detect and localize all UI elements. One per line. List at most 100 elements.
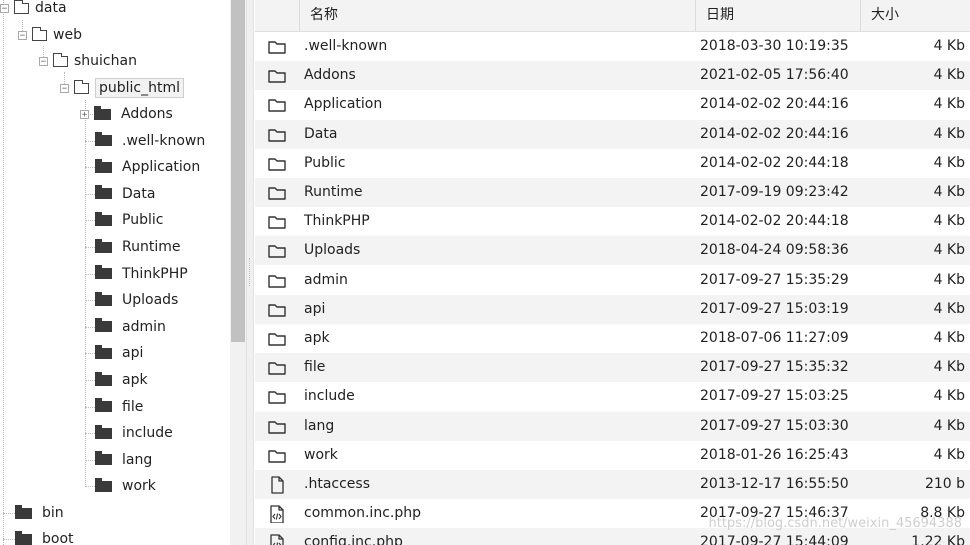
tree-node-include[interactable]: include bbox=[95, 422, 173, 444]
collapse-toggle-icon[interactable]: − bbox=[18, 30, 27, 40]
folder-icon bbox=[95, 477, 112, 492]
file-name-cell[interactable]: Application bbox=[304, 90, 382, 119]
file-name-cell[interactable]: include bbox=[304, 382, 355, 411]
tree-node-lang[interactable]: lang bbox=[95, 449, 152, 471]
table-row[interactable]: Addons 2021-02-05 17:56:40 4 Kb bbox=[255, 61, 970, 91]
collapse-toggle-icon[interactable]: − bbox=[60, 83, 69, 93]
tree-node-application[interactable]: Application bbox=[95, 156, 200, 178]
tree-node-api[interactable]: api bbox=[95, 342, 143, 364]
folder-icon bbox=[267, 301, 287, 319]
tree-node-addons[interactable]: + Addons bbox=[80, 103, 173, 125]
date-cell: 2017-09-27 15:35:32 bbox=[700, 359, 849, 376]
tree-node-label: lang bbox=[122, 451, 153, 468]
table-row[interactable]: apk 2018-07-06 11:27:09 4 Kb bbox=[255, 324, 970, 353]
tree-connector bbox=[3, 539, 15, 540]
tree-node-web[interactable]: − web bbox=[18, 24, 82, 46]
tree-node-data[interactable]: Data bbox=[95, 183, 155, 205]
tree-node-data[interactable]: − data bbox=[0, 0, 67, 19]
table-row[interactable]: admin 2017-09-27 15:35:29 4 Kb bbox=[255, 266, 970, 295]
tree-scrollbar-thumb[interactable] bbox=[231, 0, 245, 342]
file-name-cell[interactable]: admin bbox=[304, 266, 348, 295]
table-row[interactable]: Uploads 2018-04-24 09:58:36 4 Kb bbox=[255, 236, 970, 266]
tree-node-label: ThinkPHP bbox=[122, 265, 188, 282]
file-name-cell[interactable]: config.inc.php bbox=[304, 528, 403, 545]
tree-node-work[interactable]: work bbox=[95, 475, 156, 497]
table-row[interactable]: .well-known 2018-03-30 10:19:35 4 Kb bbox=[255, 32, 970, 61]
folder-icon bbox=[267, 330, 287, 348]
file-name-cell[interactable]: Addons bbox=[304, 61, 356, 90]
tree-connector bbox=[85, 167, 95, 169]
file-name-cell[interactable]: ThinkPHP bbox=[304, 207, 370, 236]
table-row[interactable]: work 2018-01-26 16:25:43 4 Kb bbox=[255, 441, 970, 470]
table-row[interactable]: lang 2017-09-27 15:03:30 4 Kb bbox=[255, 411, 970, 441]
file-name-cell[interactable]: work bbox=[304, 441, 338, 470]
file-name-cell[interactable]: Data bbox=[304, 120, 337, 149]
file-name-cell[interactable]: .htaccess bbox=[304, 470, 370, 499]
file-name-cell[interactable]: .well-known bbox=[304, 32, 387, 61]
date-cell: 2017-09-27 15:35:29 bbox=[700, 271, 849, 288]
table-row[interactable]: file 2017-09-27 15:35:32 4 Kb bbox=[255, 353, 970, 383]
tree-node-public[interactable]: Public bbox=[95, 209, 163, 231]
folder-icon bbox=[15, 530, 32, 545]
file-name-cell[interactable]: Uploads bbox=[304, 236, 360, 265]
column-header-name[interactable]: 名称 bbox=[299, 0, 695, 31]
file-name-cell[interactable]: Runtime bbox=[304, 178, 362, 207]
code-file-icon bbox=[267, 534, 287, 545]
file-name-cell[interactable]: api bbox=[304, 295, 325, 324]
folder-icon bbox=[95, 318, 112, 333]
tree-node-bin[interactable]: bin bbox=[15, 502, 64, 524]
tree-connector bbox=[85, 220, 95, 222]
table-row[interactable]: Public 2014-02-02 20:44:18 4 Kb bbox=[255, 149, 970, 178]
tree-connector bbox=[85, 406, 95, 408]
tree-node-shuichan[interactable]: − shuichan bbox=[39, 50, 137, 72]
table-row[interactable]: Application 2014-02-02 20:44:16 4 Kb bbox=[255, 90, 970, 119]
collapse-toggle-icon[interactable]: − bbox=[39, 56, 48, 66]
date-cell: 2017-09-27 15:03:19 bbox=[700, 300, 849, 317]
tree-connector bbox=[85, 353, 95, 355]
table-row[interactable]: common.inc.php 2017-09-27 15:46:37 8.8 Kb bbox=[255, 499, 970, 528]
size-cell: 4 Kb bbox=[933, 96, 965, 113]
table-row[interactable]: Runtime 2017-09-19 09:23:42 4 Kb bbox=[255, 178, 970, 207]
column-header-date[interactable]: 日期 bbox=[695, 0, 860, 31]
date-cell: 2017-09-27 15:03:30 bbox=[700, 417, 849, 434]
date-cell: 2018-01-26 16:25:43 bbox=[700, 446, 849, 463]
size-cell: 4 Kb bbox=[933, 417, 965, 434]
tree-connector bbox=[85, 380, 95, 381]
file-name-cell[interactable]: common.inc.php bbox=[304, 499, 421, 528]
date-cell: 2017-09-27 15:03:25 bbox=[700, 388, 849, 405]
tree-node-admin[interactable]: admin bbox=[95, 316, 166, 338]
tree-node-thinkphp[interactable]: ThinkPHP bbox=[95, 263, 188, 285]
table-row[interactable]: ThinkPHP 2014-02-02 20:44:18 4 Kb bbox=[255, 207, 970, 236]
tree-node-label: Data bbox=[122, 185, 156, 202]
tree-node-boot[interactable]: boot bbox=[15, 528, 74, 545]
tree-node-label: data bbox=[35, 0, 67, 16]
expand-toggle-icon[interactable]: + bbox=[80, 109, 89, 119]
file-name-cell[interactable]: Public bbox=[304, 149, 345, 178]
file-name-cell[interactable]: file bbox=[304, 353, 325, 382]
tree-connector bbox=[85, 486, 95, 488]
date-cell: 2017-09-27 15:44:09 bbox=[700, 534, 849, 545]
tree-node-label: Addons bbox=[121, 106, 173, 122]
tree-node-file[interactable]: file bbox=[95, 396, 143, 418]
table-row[interactable]: api 2017-09-27 15:03:19 4 Kb bbox=[255, 294, 970, 324]
tree-node-uploads[interactable]: Uploads bbox=[95, 289, 178, 311]
tree-node-apk[interactable]: apk bbox=[95, 369, 148, 391]
tree-node-label: bin bbox=[42, 505, 64, 521]
file-name-cell[interactable]: lang bbox=[304, 412, 334, 441]
table-row[interactable]: Data 2014-02-02 20:44:16 4 Kb bbox=[255, 119, 970, 149]
date-cell: 2014-02-02 20:44:16 bbox=[700, 96, 849, 113]
tree-node-wellknown[interactable]: .well-known bbox=[95, 130, 205, 152]
table-row[interactable]: include 2017-09-27 15:03:25 4 Kb bbox=[255, 382, 970, 411]
file-name-cell[interactable]: apk bbox=[304, 324, 330, 353]
table-row[interactable]: .htaccess 2013-12-17 16:55:50 210 b bbox=[255, 470, 970, 499]
table-header: 名称 日期 大小 bbox=[255, 0, 970, 32]
tree-node-public-html[interactable]: − public_html bbox=[60, 77, 185, 99]
size-cell: 4 Kb bbox=[933, 38, 965, 54]
collapse-toggle-icon[interactable]: − bbox=[0, 3, 9, 13]
tree-connector bbox=[3, 513, 15, 514]
tree-node-runtime[interactable]: Runtime bbox=[95, 236, 180, 258]
splitter-grip-icon[interactable] bbox=[249, 258, 252, 286]
folder-open-icon bbox=[14, 0, 29, 14]
column-header-size[interactable]: 大小 bbox=[860, 0, 970, 31]
table-row[interactable]: config.inc.php 2017-09-27 15:44:09 1.22 Kb bbox=[255, 528, 970, 545]
